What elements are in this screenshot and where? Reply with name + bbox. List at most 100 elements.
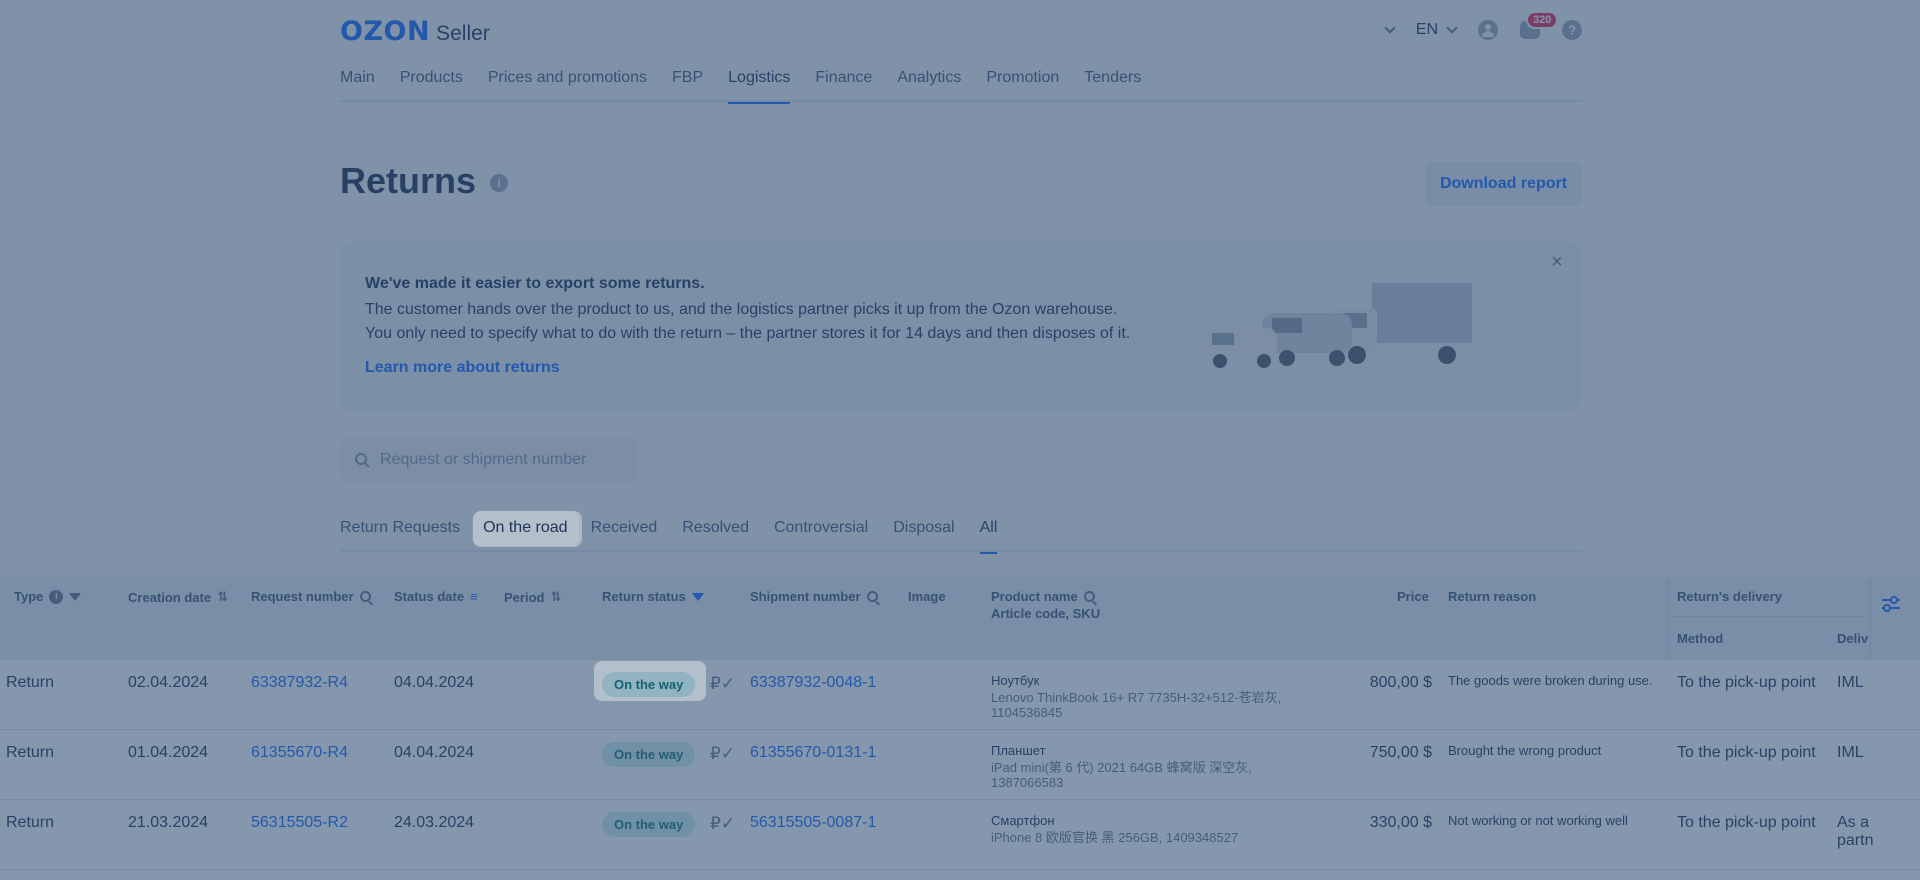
row-status-date: 24.03.2024 (394, 814, 475, 831)
row-partner: IML (1837, 744, 1864, 761)
nav-products[interactable]: Products (400, 60, 463, 102)
row-product-sub: iPhone 8 欧版官换 黑 256GB, 1409348527 (991, 830, 1239, 845)
row-method: To the pick-up point (1677, 814, 1816, 831)
info-icon[interactable]: i (490, 174, 509, 192)
ruble-check-icon: ₽✓ (710, 744, 736, 763)
language-selector[interactable]: EN (1416, 21, 1458, 39)
row-product-name: Планшет (991, 743, 1046, 758)
row-request-number-link[interactable]: 56315505-R2 (251, 814, 348, 832)
row-product-sub: iPad mini(第 6 代) 2021 64GB 蜂窝版 深空灰, 1387… (991, 760, 1252, 790)
subheader-divider (1668, 616, 1868, 617)
row-creation-date: 21.03.2024 (128, 814, 209, 831)
filter-icon[interactable] (69, 592, 82, 601)
col-creation-date[interactable]: Creation date ⇅ (128, 589, 228, 605)
download-report-button[interactable]: Download report (1425, 162, 1582, 206)
info-icon[interactable]: i (49, 589, 64, 604)
row-status-date: 04.04.2024 (394, 744, 475, 761)
table-row[interactable]: Return 21.03.2024 56315505-R2 24.03.2024… (0, 800, 1920, 870)
nav-finance[interactable]: Finance (815, 60, 872, 102)
tab-return-requests[interactable]: Return Requests (340, 511, 460, 552)
learn-more-link[interactable]: Learn more about returns (365, 359, 560, 377)
page-title-text: Returns (340, 160, 477, 201)
row-product-sub: Lenovo ThinkBook 16+ R7 7735H-32+512-苍岩灰… (991, 690, 1282, 720)
row-method: To the pick-up point (1677, 744, 1816, 761)
col-shipment-number: Shipment number (750, 589, 878, 604)
search-icon[interactable] (866, 591, 878, 602)
table-row[interactable]: Return 01.04.2024 61355670-R4 04.04.2024… (0, 730, 1920, 800)
search-box (340, 437, 637, 482)
col-status-date-label: Status date (394, 589, 465, 604)
search-icon[interactable] (359, 591, 371, 602)
row-shipment-number-link[interactable]: 61355670-0131-1 (750, 744, 876, 762)
tab-all[interactable]: All (979, 511, 997, 554)
row-request-number-link[interactable]: 61355670-R4 (251, 744, 348, 762)
user-icon (1478, 20, 1498, 40)
row-partner: As a partn (1837, 814, 1874, 849)
ozon-seller-logo[interactable]: OZON Seller (340, 16, 490, 47)
column-divider (1667, 577, 1668, 660)
col-product-name-label: Product name (991, 589, 1078, 604)
row-request-number-link[interactable]: 63387932-R4 (251, 674, 348, 692)
search-input[interactable] (380, 450, 620, 469)
status-badge: On the way (602, 742, 696, 767)
col-request-number-label: Request number (251, 589, 354, 604)
row-type: Return (6, 814, 55, 831)
banner-text-line-1: The customer hands over the product to u… (365, 301, 1118, 318)
nav-main[interactable]: Main (340, 60, 375, 102)
col-status-date[interactable]: Status date ≡ (394, 589, 478, 604)
col-returns-delivery: Return's delivery (1677, 589, 1782, 604)
ruble-check-icon: ₽✓ (710, 814, 736, 833)
col-return-status: Return status (602, 589, 704, 604)
nav-logistics[interactable]: Logistics (728, 60, 791, 104)
top-header: OZON Seller EN 320 ? (340, 11, 1582, 47)
row-shipment-number-link[interactable]: 63387932-0048-1 (750, 674, 876, 692)
nav-tenders[interactable]: Tenders (1084, 60, 1141, 102)
sort-desc-icon[interactable]: ≡ (470, 589, 478, 604)
row-price: 750,00 $ (1369, 744, 1432, 761)
nav-prices-and-promotions[interactable]: Prices and promotions (488, 60, 647, 102)
tab-on-the-road[interactable]: On the road (472, 511, 579, 546)
col-product-name: Product name (991, 589, 1095, 604)
page-title: Returns i (340, 160, 509, 202)
profile-button[interactable] (1478, 20, 1498, 40)
search-icon[interactable] (1083, 591, 1095, 602)
sort-icon[interactable]: ⇅ (550, 589, 561, 605)
tab-disposal[interactable]: Disposal (893, 511, 954, 552)
help-button[interactable]: ? (1562, 20, 1582, 40)
table-row[interactable]: Return 02.04.2024 63387932-R4 04.04.2024… (0, 660, 1920, 730)
chevron-down-icon (1446, 22, 1458, 34)
row-return-reason: Not working or not working well (1448, 813, 1628, 828)
messages-button[interactable]: 320 (1520, 11, 1559, 39)
info-banner: We've made it easier to export some retu… (340, 241, 1582, 412)
logo-ozon-text: OZON (340, 16, 431, 47)
row-method: To the pick-up point (1677, 674, 1816, 691)
delivery-vans-illustration (1202, 283, 1472, 368)
row-shipment-number-link[interactable]: 56315505-0087-1 (750, 814, 876, 832)
col-request-number: Request number (251, 589, 371, 604)
status-badge: On the way (602, 812, 696, 837)
tab-received[interactable]: Received (591, 511, 658, 552)
column-divider (1870, 577, 1871, 660)
nav-promotion[interactable]: Promotion (986, 60, 1059, 102)
row-price: 800,00 $ (1369, 674, 1432, 691)
row-product-name: Ноутбук (991, 673, 1040, 688)
returns-tabs: Return Requests On the road Received Res… (340, 511, 1582, 554)
row-type: Return (6, 744, 55, 761)
col-period-label: Period (504, 589, 545, 605)
row-status-date: 04.04.2024 (394, 674, 475, 691)
nav-fbp[interactable]: FBP (672, 60, 703, 102)
sort-icon[interactable]: ⇅ (217, 589, 228, 605)
nav-analytics[interactable]: Analytics (897, 60, 961, 102)
close-icon[interactable]: × (1546, 251, 1568, 273)
account-switcher[interactable] (1384, 22, 1396, 34)
column-settings-icon[interactable] (1880, 593, 1902, 615)
col-type: Type i (14, 589, 82, 604)
search-icon (355, 452, 370, 468)
tab-controversial[interactable]: Controversial (774, 511, 868, 552)
col-creation-date-label: Creation date (128, 589, 212, 605)
returns-table: Type i Creation date ⇅ Request number St… (0, 577, 1920, 880)
header-actions: EN 320 ? (1364, 11, 1582, 46)
filter-icon[interactable] (691, 592, 704, 601)
tab-resolved[interactable]: Resolved (682, 511, 749, 552)
col-period[interactable]: Period ⇅ (504, 589, 561, 605)
